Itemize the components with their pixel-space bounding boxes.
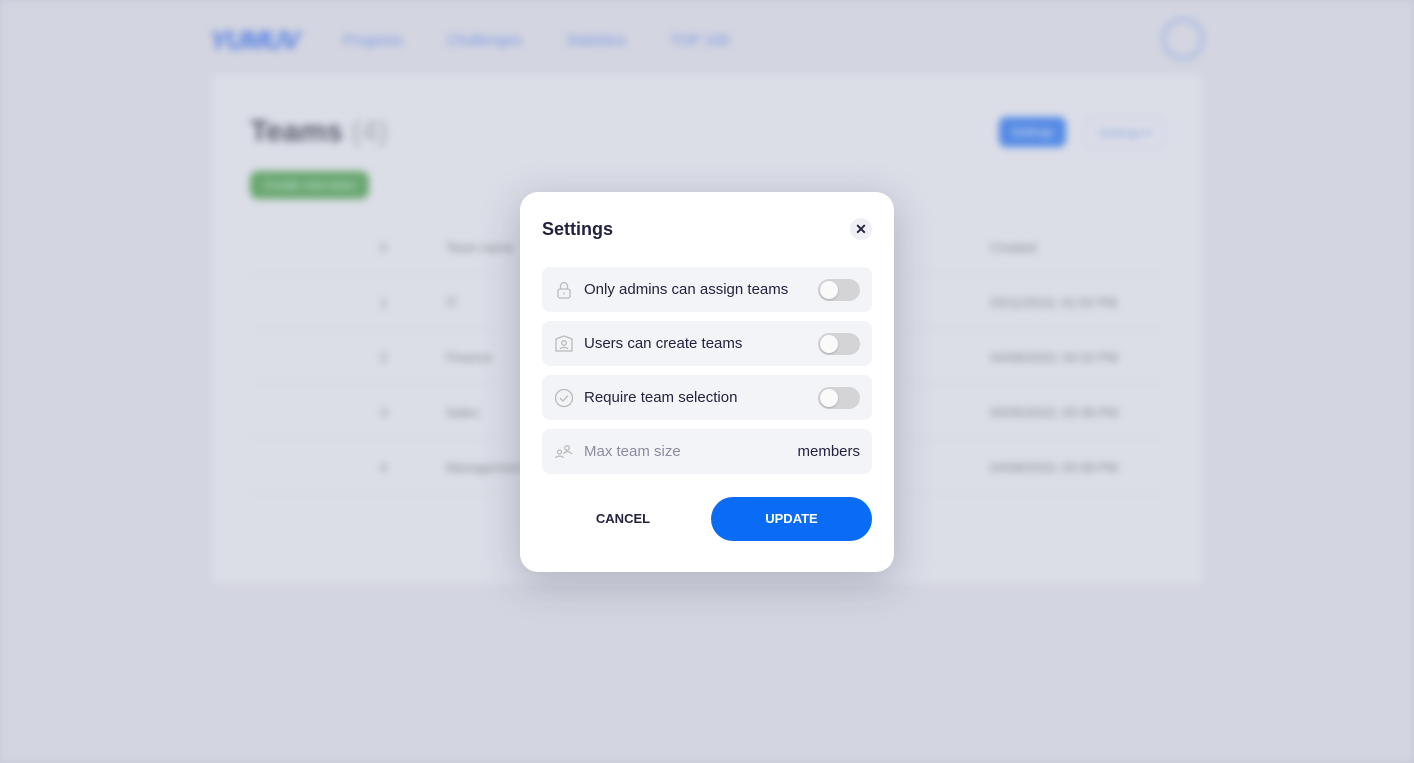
option-users-create: Users can create teams [542, 321, 872, 366]
option-require-selection: Require team selection [542, 375, 872, 420]
user-badge-icon [555, 334, 573, 352]
option-admins-assign: Only admins can assign teams [542, 267, 872, 312]
units-label: members [797, 443, 860, 460]
settings-modal: Settings ✕ Only admins can assign teams … [520, 192, 894, 572]
update-button[interactable]: UPDATE [711, 497, 872, 541]
close-icon[interactable]: ✕ [850, 218, 872, 240]
check-circle-icon [554, 388, 574, 407]
lock-icon [557, 281, 571, 299]
max-team-size-input[interactable]: Max team size members [542, 429, 872, 474]
users-icon [554, 444, 573, 458]
toggle-admins-assign[interactable] [818, 278, 860, 301]
cancel-button[interactable]: CANCEL [542, 497, 704, 541]
toggle-users-create[interactable] [818, 332, 860, 355]
toggle-require-selection[interactable] [818, 386, 860, 409]
modal-title: Settings [542, 219, 614, 239]
